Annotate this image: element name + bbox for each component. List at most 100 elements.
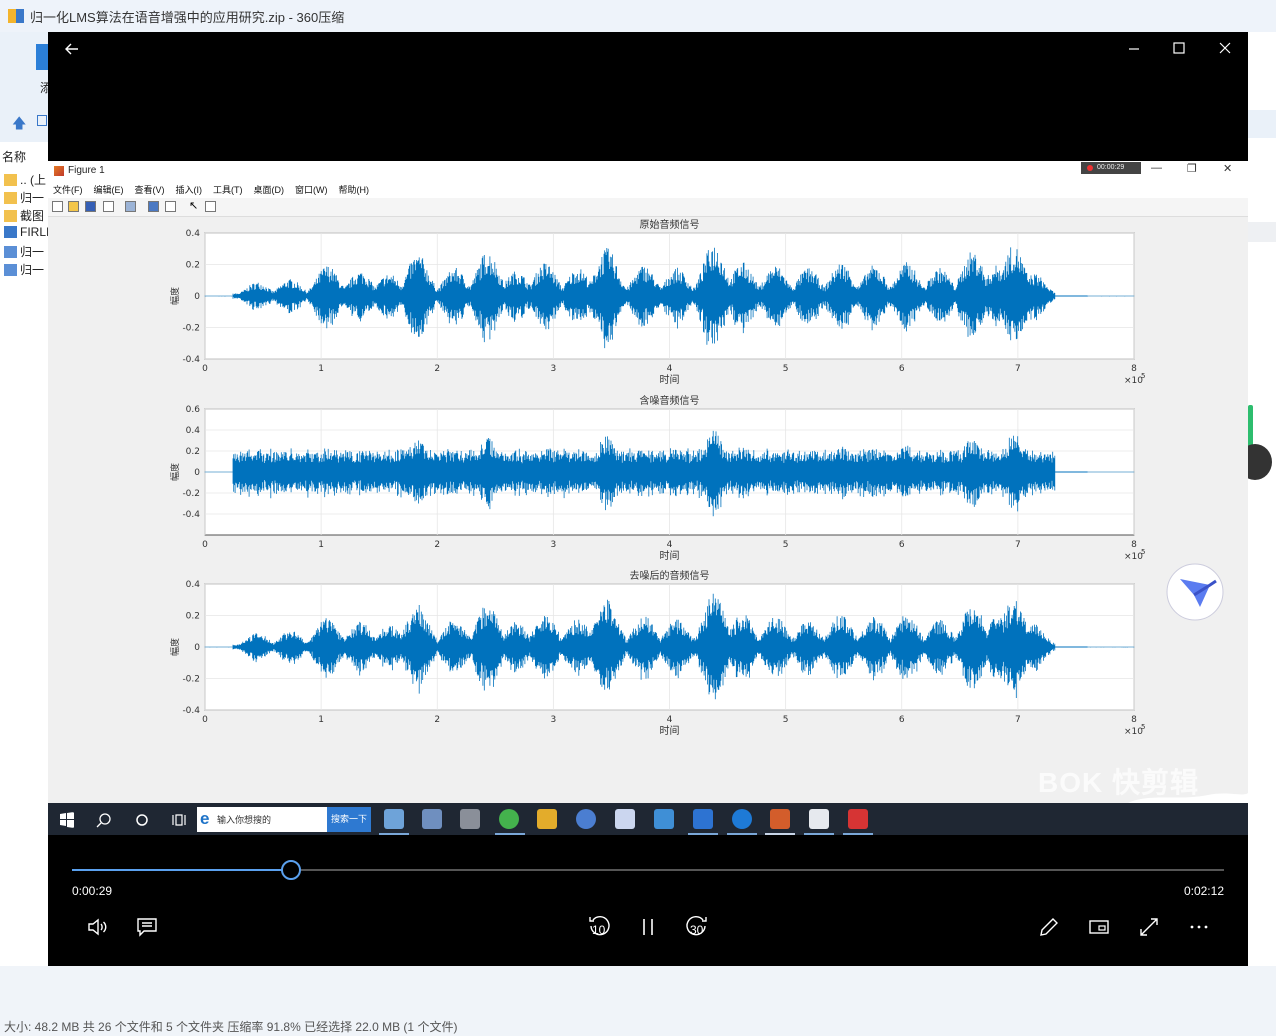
figure-restore-icon[interactable]: ❐ (1187, 162, 1197, 175)
seek-bar[interactable] (72, 869, 1224, 871)
cortana-icon[interactable] (134, 812, 150, 828)
file-list-item-label: 归一 (20, 263, 45, 277)
file-list-item[interactable]: 归一 (4, 261, 44, 278)
current-time: 0:00:29 (72, 884, 113, 898)
x-tick-label: 2 (434, 715, 440, 725)
x-exponent-power: 5 (1141, 548, 1145, 556)
insert-legend-icon[interactable] (165, 201, 176, 212)
calculator-app-icon[interactable] (422, 809, 442, 829)
figure-close-icon[interactable]: ✕ (1223, 162, 1232, 175)
seek-bar-progress (72, 869, 291, 871)
file-list-item[interactable]: FIRLI (4, 225, 49, 239)
fullscreen-icon[interactable] (1135, 913, 1163, 941)
windows-start-icon[interactable] (59, 812, 75, 828)
y-tick-label: 0 (194, 643, 200, 653)
feishu-app-icon[interactable] (615, 809, 635, 829)
file-list-item[interactable]: 截图 (4, 207, 44, 224)
word-app-icon[interactable] (693, 809, 713, 829)
link-plot-icon[interactable] (125, 201, 136, 212)
print-icon[interactable] (103, 201, 114, 212)
archive-add-button[interactable] (36, 44, 48, 70)
archive-right-panel (1238, 32, 1276, 966)
globe-app-icon[interactable] (576, 809, 596, 829)
matlab-logo-icon (54, 165, 64, 176)
folder-icon (4, 191, 17, 204)
netease-music-icon[interactable] (848, 809, 868, 829)
notepad-app-icon[interactable] (384, 809, 404, 829)
x-tick-label: 6 (899, 715, 905, 725)
figure-titlebar: Figure 1 (48, 161, 1248, 180)
file-list-item-label: 归一 (20, 191, 45, 205)
up-arrow-icon[interactable]: 🡅 (12, 113, 26, 137)
task-view-icon[interactable] (171, 812, 187, 828)
figure-menu-item[interactable]: 帮助(H) (339, 183, 370, 196)
skip-back-button[interactable]: 10 (584, 913, 614, 941)
seek-thumb[interactable] (280, 860, 301, 880)
x-exponent-power: 5 (1141, 723, 1145, 731)
feishu-floating-icon[interactable] (1166, 563, 1224, 621)
x-tick-label: 1 (318, 364, 324, 374)
figure-minimize-icon[interactable]: — (1151, 162, 1162, 174)
plot-title: 去噪后的音频信号 (630, 569, 710, 582)
plot-title: 含噪音频信号 (640, 394, 700, 407)
file-list-item[interactable]: 归一 (4, 243, 44, 260)
name-column-header[interactable]: 名称 (2, 148, 26, 165)
playback-controls: 0:00:29 0:02:12 10 30 (48, 835, 1248, 966)
skip-forward-button[interactable]: 30 (682, 913, 712, 941)
minimize-icon[interactable] (1127, 41, 1141, 55)
subtitles-icon[interactable] (133, 913, 161, 941)
x-tick-label: 1 (318, 540, 324, 550)
search-icon[interactable] (96, 812, 112, 828)
360-browser-icon[interactable] (499, 809, 519, 829)
close-icon[interactable] (1218, 41, 1232, 55)
remote-desktop-icon[interactable] (654, 809, 674, 829)
player-titlebar (48, 32, 1248, 162)
file-list-item-label: 截图 (20, 209, 45, 223)
y-tick-label: -0.2 (182, 324, 200, 334)
folder-icon (4, 173, 17, 186)
x-tick-label: 6 (899, 364, 905, 374)
x-tick-label: 4 (667, 364, 673, 374)
total-time: 0:02:12 (1183, 884, 1224, 898)
edit-pen-icon[interactable] (1035, 913, 1063, 941)
figure-menu-item[interactable]: 查看(V) (135, 183, 165, 196)
taskbar-search-placeholder: 输入你想搜的 (217, 815, 272, 825)
figure-menu-item[interactable]: 窗口(W) (295, 183, 328, 196)
file-list-item[interactable]: 归一 (4, 189, 44, 206)
x-tick-label: 8 (1131, 715, 1137, 725)
back-arrow-icon[interactable] (64, 41, 80, 57)
x-tick-label: 0 (202, 364, 208, 374)
open-file-icon[interactable] (68, 201, 79, 212)
y-tick-label: 0 (194, 292, 200, 302)
recording-timer: 00:00:29 (1081, 162, 1141, 174)
x-tick-label: 5 (783, 540, 789, 550)
edge-browser-icon[interactable] (732, 809, 752, 829)
mini-view-icon[interactable] (1085, 913, 1113, 941)
insert-colorbar-icon[interactable] (148, 201, 159, 212)
figure-menu-item[interactable]: 文件(F) (53, 183, 83, 196)
figure-menu-item[interactable]: 工具(T) (213, 183, 243, 196)
maximize-icon[interactable] (1172, 41, 1186, 55)
figure-menu-item[interactable]: 编辑(E) (94, 183, 124, 196)
file-list-item-label: FIRLI (20, 225, 50, 239)
figure-menu-item[interactable]: 插入(I) (176, 183, 203, 196)
save-icon[interactable] (85, 201, 96, 212)
file-list-item[interactable]: .. (上 (4, 171, 46, 188)
pointer-icon[interactable]: ↖ (189, 201, 200, 212)
figure-menu-item[interactable]: 桌面(D) (254, 183, 285, 196)
video-frame[interactable]: Figure 1 00:00:29 — ❐ ✕ 文件(F) 编辑(E) 查看(V) 插… (48, 161, 1248, 835)
file-explorer-icon[interactable] (537, 809, 557, 829)
more-options-icon[interactable] (1185, 913, 1213, 941)
taskbar-search-button[interactable]: 搜索一下 (327, 807, 371, 832)
property-editor-icon[interactable] (205, 201, 216, 212)
kuaijianji-app-icon[interactable] (809, 809, 829, 829)
ie-logo-icon: e (200, 809, 210, 828)
scanner-app-icon[interactable] (460, 809, 480, 829)
taskbar-search-box[interactable]: e 输入你想搜的 (197, 807, 327, 832)
pause-button[interactable] (634, 913, 662, 941)
matlab-app-icon[interactable] (770, 809, 790, 829)
x-tick-label: 7 (1015, 540, 1021, 550)
new-figure-icon[interactable] (52, 201, 63, 212)
view-icon[interactable] (37, 115, 47, 126)
volume-icon[interactable] (83, 913, 111, 941)
